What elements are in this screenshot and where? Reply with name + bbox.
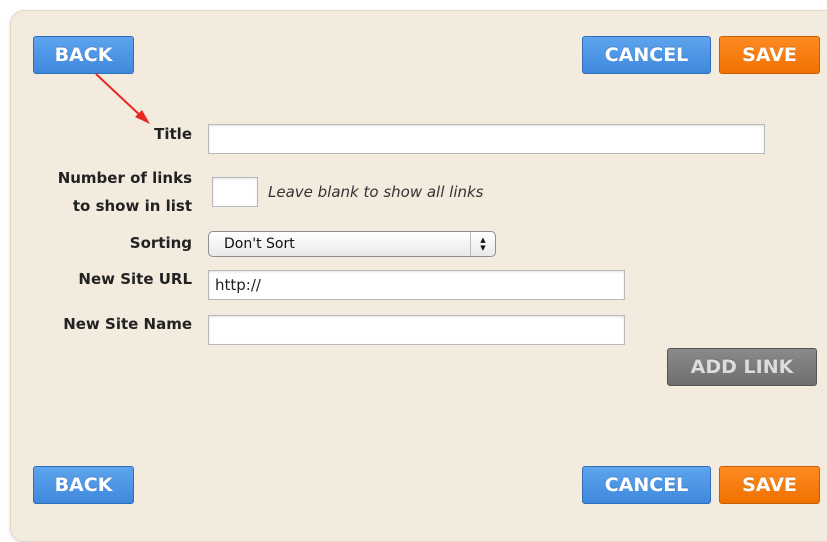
num-links-hint: Leave blank to show all links xyxy=(268,183,484,201)
save-button-top[interactable]: SAVE xyxy=(719,36,820,74)
num-links-label-line2: to show in list xyxy=(72,197,192,215)
red-arrow-icon xyxy=(95,73,150,124)
cancel-button-top[interactable]: CANCEL xyxy=(582,36,711,74)
back-button-top[interactable]: BACK xyxy=(33,36,134,74)
num-links-label-line1: Number of links xyxy=(57,169,192,187)
sorting-select[interactable]: Don't Sort ▲ ▼ xyxy=(208,231,496,257)
new-site-name-input[interactable] xyxy=(208,315,625,345)
sorting-selected-value: Don't Sort xyxy=(224,236,295,252)
add-link-button[interactable]: ADD LINK xyxy=(667,348,817,386)
title-input[interactable] xyxy=(208,124,765,154)
cancel-button-bottom[interactable]: CANCEL xyxy=(582,466,711,504)
new-site-url-label: New Site URL xyxy=(78,270,192,288)
num-links-input[interactable] xyxy=(212,177,258,207)
title-label: Title xyxy=(154,125,192,143)
sorting-label: Sorting xyxy=(129,234,192,252)
new-site-url-input[interactable] xyxy=(208,270,625,300)
updown-chevron-icon: ▲ ▼ xyxy=(470,232,495,256)
new-site-name-label: New Site Name xyxy=(63,315,192,333)
back-button-bottom[interactable]: BACK xyxy=(33,466,134,504)
save-button-bottom[interactable]: SAVE xyxy=(719,466,820,504)
